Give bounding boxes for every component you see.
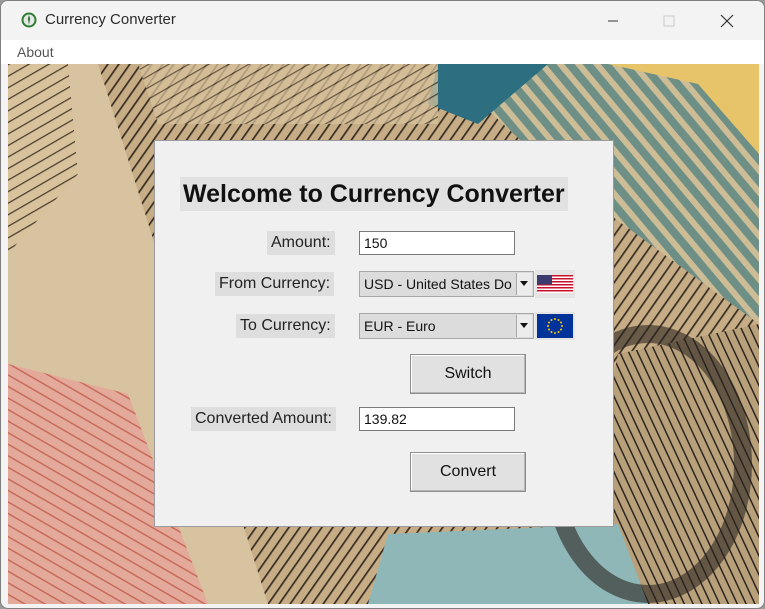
- from-currency-value: USD - United States Do: [364, 276, 512, 292]
- us-flag-icon: [537, 275, 573, 293]
- welcome-heading: Welcome to Currency Converter: [180, 177, 568, 211]
- close-button[interactable]: [699, 1, 755, 40]
- menu-bar: About: [1, 40, 764, 64]
- minimize-icon: [608, 20, 618, 21]
- to-currency-dropdown-arrow[interactable]: [516, 315, 532, 337]
- to-currency-select[interactable]: EUR - Euro: [359, 313, 534, 339]
- from-currency-dropdown-arrow[interactable]: [516, 273, 532, 295]
- converted-amount-field[interactable]: [359, 407, 515, 431]
- from-currency-label: From Currency:: [215, 272, 335, 296]
- maximize-button[interactable]: [641, 1, 697, 40]
- to-currency-label: To Currency:: [236, 314, 335, 338]
- app-icon: [21, 12, 37, 28]
- from-currency-flag: [535, 270, 575, 298]
- converted-amount-label: Converted Amount:: [191, 407, 336, 431]
- close-icon: [720, 14, 734, 27]
- menu-item-about[interactable]: About: [17, 44, 54, 60]
- convert-button[interactable]: Convert: [410, 452, 526, 492]
- chevron-down-icon: [520, 281, 528, 286]
- chevron-down-icon: [520, 323, 528, 328]
- eu-flag-icon: [537, 314, 573, 338]
- switch-button[interactable]: Switch: [410, 354, 526, 394]
- converter-panel: Welcome to Currency Converter Amount: Fr…: [154, 140, 614, 527]
- maximize-icon: [663, 15, 675, 26]
- amount-label: Amount:: [267, 231, 335, 255]
- minimize-button[interactable]: [585, 1, 641, 40]
- from-currency-select[interactable]: USD - United States Do: [359, 271, 534, 297]
- app-window: Currency Converter About Welcome to Curr…: [0, 0, 765, 609]
- title-bar[interactable]: Currency Converter: [1, 1, 764, 40]
- to-currency-flag: [535, 312, 575, 340]
- to-currency-value: EUR - Euro: [364, 318, 436, 334]
- window-title: Currency Converter: [45, 11, 176, 28]
- amount-input[interactable]: [359, 231, 515, 255]
